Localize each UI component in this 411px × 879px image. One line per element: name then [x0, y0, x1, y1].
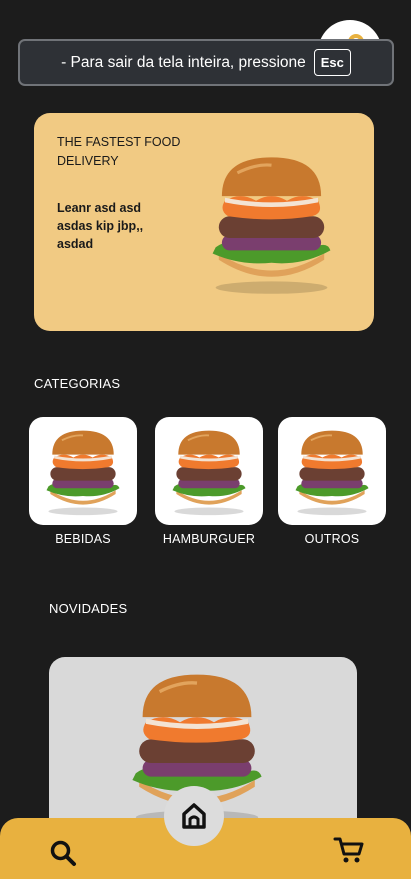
burger-image — [161, 423, 257, 519]
category-bebidas[interactable]: BEBIDAS — [29, 417, 137, 546]
burger-image — [194, 145, 349, 300]
category-outros[interactable]: OUTROS — [278, 417, 386, 546]
burger-image — [284, 423, 380, 519]
category-image-box — [155, 417, 263, 525]
fullscreen-exit-notice: - Para sair da tela inteira, pressione E… — [18, 39, 394, 86]
category-label: OUTROS — [304, 532, 360, 546]
categories-heading: CATEGORIAS — [34, 376, 121, 391]
esc-key-badge: Esc — [313, 49, 351, 76]
category-image-box — [29, 417, 137, 525]
category-label: BEBIDAS — [55, 532, 111, 546]
hero-title: THE FASTEST FOOD DELIVERY — [57, 135, 181, 168]
hero-banner[interactable]: THE FASTEST FOOD DELIVERY Leanr asd asd … — [34, 113, 374, 331]
novidades-heading: NOVIDADES — [49, 601, 128, 616]
cart-icon[interactable] — [333, 836, 365, 864]
home-button[interactable] — [164, 786, 224, 846]
category-hamburguer[interactable]: HAMBURGUER — [155, 417, 263, 546]
burger-image — [35, 423, 131, 519]
search-icon[interactable] — [49, 839, 77, 867]
fullscreen-notice-text: - Para sair da tela inteira, pressione — [61, 53, 306, 71]
category-label: HAMBURGUER — [162, 532, 256, 546]
home-icon — [182, 803, 206, 829]
category-image-box — [278, 417, 386, 525]
hero-text: Leanr asd asd asdas kip jbp,, asdad — [57, 201, 144, 251]
